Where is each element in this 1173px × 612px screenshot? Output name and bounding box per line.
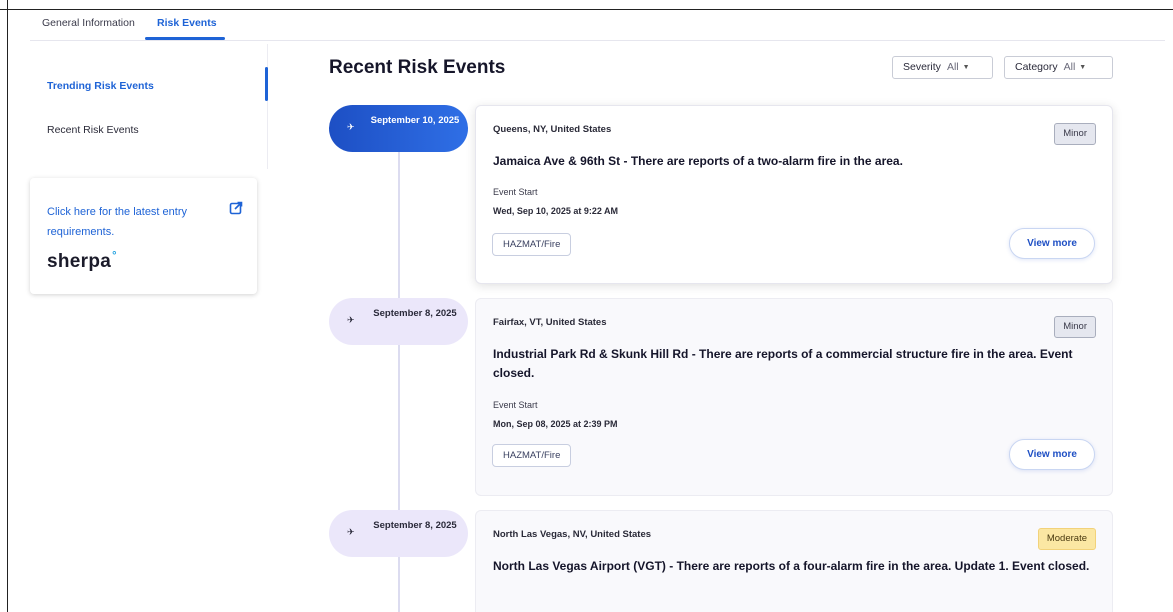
cropped-top-edge: [0, 0, 1173, 10]
view-more-button[interactable]: View more: [1009, 439, 1095, 470]
category-filter-value: All: [1063, 61, 1076, 73]
sherpa-logo: sherpa°: [47, 250, 117, 273]
timeline-date-pill[interactable]: ✈ September 10, 2025: [329, 105, 468, 152]
event-location: North Las Vegas, NV, United States: [493, 529, 652, 540]
category-chip: HAZMAT/Fire: [492, 444, 572, 467]
nav-trending-risk-events[interactable]: Trending Risk Events: [47, 80, 154, 92]
side-nav: Trending Risk Events Recent Risk Events: [30, 44, 268, 169]
event-start-date: Mon, Sep 08, 2025 at 2:39 PM: [493, 419, 618, 429]
event-headline: Jamaica Ave & 96th St - There are report…: [493, 154, 903, 168]
active-tab-indicator: [145, 37, 225, 40]
tab-risk-events[interactable]: Risk Events: [157, 17, 217, 29]
event-card: Fairfax, VT, United States Minor Industr…: [475, 298, 1113, 496]
tab-general-information[interactable]: General Information: [42, 17, 135, 29]
page-title: Recent Risk Events: [329, 57, 506, 78]
tab-bar: General Information Risk Events: [30, 10, 1165, 41]
timeline-date: September 8, 2025: [373, 308, 457, 319]
view-more-button[interactable]: View more: [1009, 228, 1095, 259]
timeline-date: September 10, 2025: [370, 115, 460, 126]
external-link-icon[interactable]: [229, 201, 243, 215]
chevron-down-icon: ▼: [1079, 64, 1087, 71]
plane-icon: ✈: [347, 315, 355, 325]
event-card: North Las Vegas, NV, United States Moder…: [475, 510, 1113, 612]
event-location: Queens, NY, United States: [493, 124, 612, 135]
category-filter[interactable]: Category All ▼: [1004, 56, 1113, 79]
nav-recent-risk-events[interactable]: Recent Risk Events: [47, 124, 139, 136]
left-edge: [0, 0, 8, 612]
severity-badge: Minor: [1054, 316, 1096, 338]
event-location: Fairfax, VT, United States: [493, 317, 607, 328]
entry-requirements-link[interactable]: Click here for the latest entry requirem…: [47, 202, 217, 242]
event-headline: Industrial Park Rd & Skunk Hill Rd - The…: [493, 347, 1073, 380]
chevron-down-icon: ▼: [962, 64, 970, 71]
sherpa-logo-text: sherpa: [47, 251, 112, 272]
event-headline: North Las Vegas Airport (VGT) - There ar…: [493, 559, 1090, 573]
severity-badge: Moderate: [1037, 528, 1096, 550]
event-start-date: Wed, Sep 10, 2025 at 9:22 AM: [493, 206, 619, 216]
timeline-date: September 8, 2025: [373, 520, 457, 531]
active-nav-indicator: [265, 67, 268, 101]
sherpa-logo-mark: °: [112, 250, 117, 262]
event-start-label: Event Start: [493, 187, 538, 197]
severity-filter[interactable]: Severity All ▼: [892, 56, 993, 79]
severity-filter-value: All: [946, 61, 959, 73]
event-card: Queens, NY, United States Minor Jamaica …: [475, 105, 1113, 284]
category-filter-label: Category: [1015, 61, 1058, 73]
severity-filter-label: Severity: [903, 61, 941, 73]
severity-badge: Minor: [1054, 123, 1096, 145]
timeline-date-pill[interactable]: ✈ September 8, 2025: [329, 510, 468, 557]
plane-icon: ✈: [347, 527, 355, 537]
category-chip: HAZMAT/Fire: [492, 233, 572, 256]
timeline-date-pill[interactable]: ✈ September 8, 2025: [329, 298, 468, 345]
event-start-label: Event Start: [493, 400, 538, 410]
sherpa-card: Click here for the latest entry requirem…: [30, 178, 257, 294]
plane-icon: ✈: [347, 122, 355, 132]
